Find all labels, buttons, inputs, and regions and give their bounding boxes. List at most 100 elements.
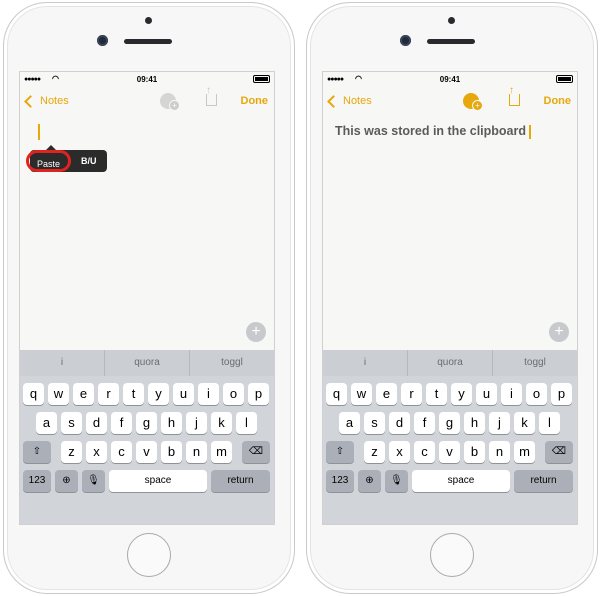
key-c[interactable]: c: [111, 441, 132, 463]
key-e[interactable]: e: [73, 383, 94, 405]
key-l[interactable]: l: [539, 412, 560, 434]
suggestion[interactable]: toggl: [493, 350, 577, 376]
key-e[interactable]: e: [376, 383, 397, 405]
space-key[interactable]: space: [412, 470, 510, 492]
key-b[interactable]: b: [464, 441, 485, 463]
key-u[interactable]: u: [476, 383, 497, 405]
done-button[interactable]: Done: [241, 95, 269, 107]
plus-icon[interactable]: +: [549, 322, 569, 342]
key-r[interactable]: r: [98, 383, 119, 405]
microphone-icon[interactable]: 🎙︎: [82, 470, 105, 492]
suggestion-bar: i quora toggl: [20, 350, 274, 376]
back-button[interactable]: Notes: [327, 94, 372, 108]
suggestion[interactable]: quora: [408, 350, 493, 376]
notes-screen: ●●●●● ◠ 09:41 Notes + Done Paste B/U + i…: [19, 71, 275, 525]
key-c[interactable]: c: [414, 441, 435, 463]
globe-icon[interactable]: ⊕: [55, 470, 78, 492]
key-z[interactable]: z: [364, 441, 385, 463]
key-p[interactable]: p: [551, 383, 572, 405]
key-b[interactable]: b: [161, 441, 182, 463]
home-button[interactable]: [127, 533, 171, 577]
share-icon[interactable]: [206, 85, 217, 106]
key-t[interactable]: t: [426, 383, 447, 405]
key-d[interactable]: d: [389, 412, 410, 434]
add-person-icon[interactable]: +: [160, 93, 180, 111]
shift-icon[interactable]: ⇧: [23, 441, 51, 463]
key-z[interactable]: z: [61, 441, 82, 463]
key-x[interactable]: x: [389, 441, 410, 463]
key-p[interactable]: p: [248, 383, 269, 405]
done-button[interactable]: Done: [544, 95, 572, 107]
nav-bar: Notes + Done: [323, 85, 577, 116]
paste-button[interactable]: Paste: [26, 150, 72, 172]
key-a[interactable]: a: [339, 412, 360, 434]
key-t[interactable]: t: [123, 383, 144, 405]
status-time: 09:41: [136, 75, 158, 84]
key-y[interactable]: y: [451, 383, 472, 405]
delete-icon[interactable]: ⌫: [242, 441, 270, 463]
key-j[interactable]: j: [186, 412, 207, 434]
numbers-key[interactable]: 123: [23, 470, 51, 492]
text-cursor: [38, 124, 40, 140]
key-w[interactable]: w: [351, 383, 372, 405]
home-button[interactable]: [430, 533, 474, 577]
key-s[interactable]: s: [61, 412, 82, 434]
earpiece-speaker: [124, 39, 172, 44]
suggestion[interactable]: toggl: [190, 350, 274, 376]
key-k[interactable]: k: [514, 412, 535, 434]
edit-menu: Paste B/U: [26, 145, 107, 172]
key-q[interactable]: q: [326, 383, 347, 405]
suggestion[interactable]: quora: [105, 350, 190, 376]
key-r[interactable]: r: [401, 383, 422, 405]
key-v[interactable]: v: [439, 441, 460, 463]
key-j[interactable]: j: [489, 412, 510, 434]
note-text: This was stored in the clipboard: [335, 124, 527, 138]
key-k[interactable]: k: [211, 412, 232, 434]
key-h[interactable]: h: [464, 412, 485, 434]
back-button[interactable]: Notes: [24, 94, 69, 108]
key-s[interactable]: s: [364, 412, 385, 434]
key-y[interactable]: y: [148, 383, 169, 405]
shift-icon[interactable]: ⇧: [326, 441, 354, 463]
battery-icon: [253, 75, 270, 83]
chevron-left-icon: [327, 94, 340, 108]
microphone-icon[interactable]: 🎙︎: [385, 470, 408, 492]
key-g[interactable]: g: [136, 412, 157, 434]
key-n[interactable]: n: [186, 441, 207, 463]
key-q[interactable]: q: [23, 383, 44, 405]
key-f[interactable]: f: [111, 412, 132, 434]
key-m[interactable]: m: [514, 441, 535, 463]
key-f[interactable]: f: [414, 412, 435, 434]
key-h[interactable]: h: [161, 412, 182, 434]
key-m[interactable]: m: [211, 441, 232, 463]
key-n[interactable]: n: [489, 441, 510, 463]
return-key[interactable]: return: [211, 470, 270, 492]
sensor-dot: [448, 17, 455, 24]
key-d[interactable]: d: [86, 412, 107, 434]
key-l[interactable]: l: [236, 412, 257, 434]
key-i[interactable]: i: [198, 383, 219, 405]
key-v[interactable]: v: [136, 441, 157, 463]
globe-icon[interactable]: ⊕: [358, 470, 381, 492]
key-x[interactable]: x: [86, 441, 107, 463]
share-icon[interactable]: [509, 85, 520, 106]
return-key[interactable]: return: [514, 470, 573, 492]
delete-icon[interactable]: ⌫: [545, 441, 573, 463]
key-o[interactable]: o: [526, 383, 547, 405]
key-o[interactable]: o: [223, 383, 244, 405]
add-person-icon[interactable]: +: [463, 93, 483, 111]
key-u[interactable]: u: [173, 383, 194, 405]
numbers-key[interactable]: 123: [326, 470, 354, 492]
key-i[interactable]: i: [501, 383, 522, 405]
note-body[interactable]: This was stored in the clipboard: [335, 124, 532, 139]
key-w[interactable]: w: [48, 383, 69, 405]
suggestion[interactable]: i: [323, 350, 408, 376]
back-label: Notes: [343, 95, 372, 107]
back-label: Notes: [40, 95, 69, 107]
plus-icon[interactable]: +: [246, 322, 266, 342]
suggestion[interactable]: i: [20, 350, 105, 376]
format-button[interactable]: B/U: [71, 156, 107, 166]
key-a[interactable]: a: [36, 412, 57, 434]
space-key[interactable]: space: [109, 470, 207, 492]
key-g[interactable]: g: [439, 412, 460, 434]
